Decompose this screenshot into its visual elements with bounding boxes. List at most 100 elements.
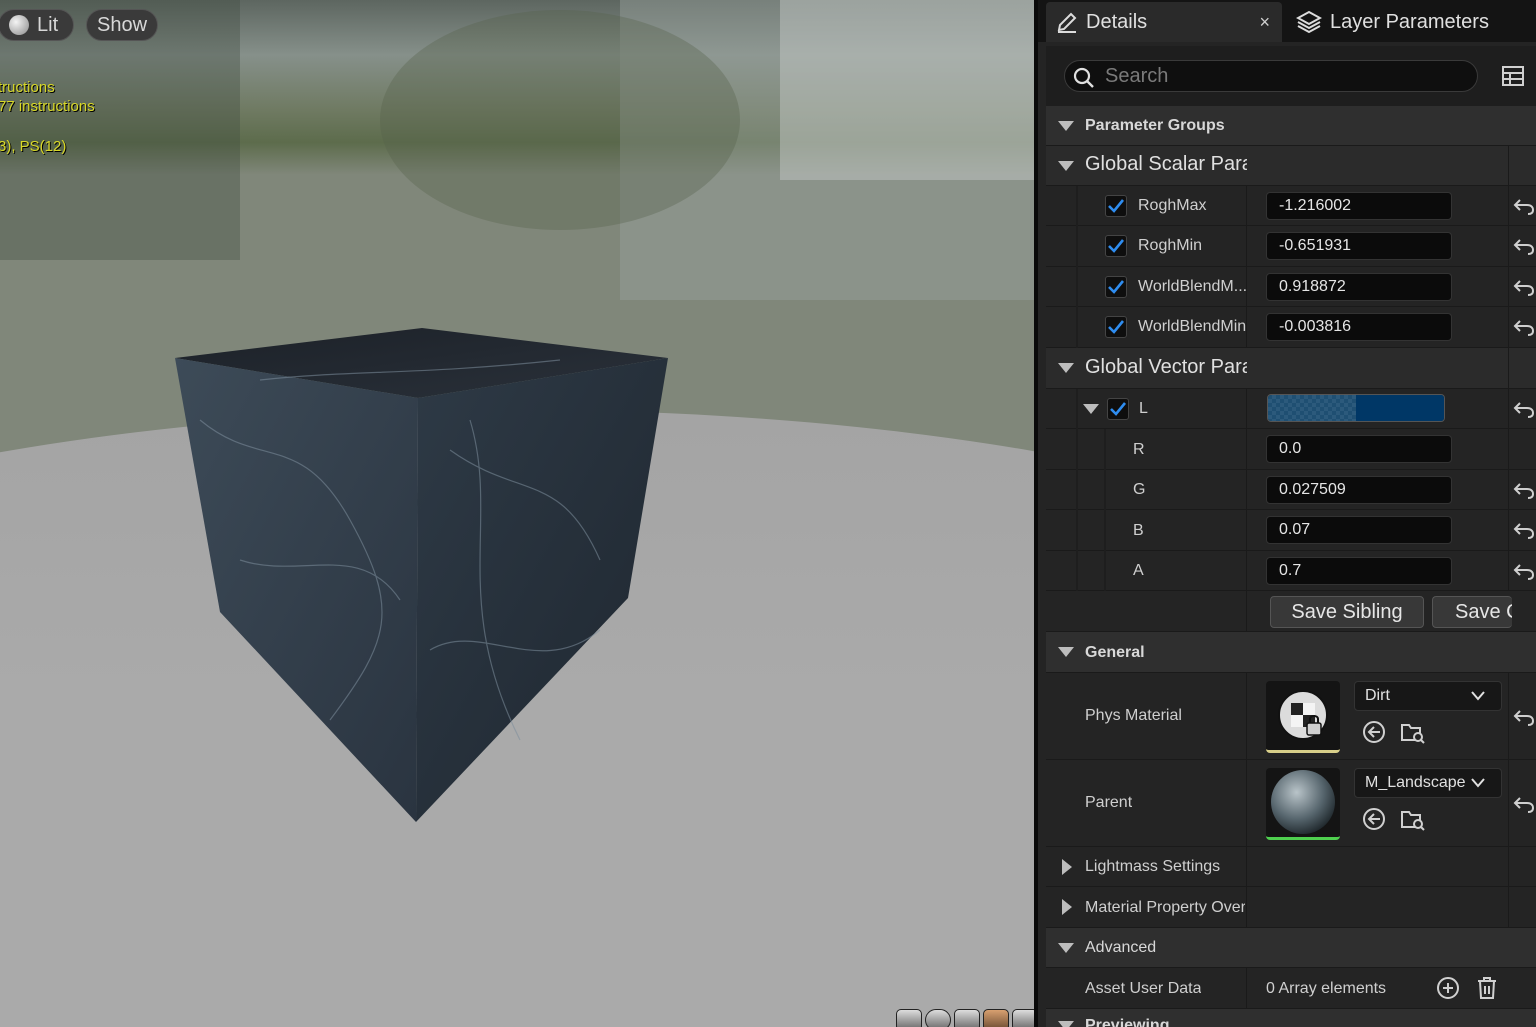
reset-to-default-icon[interactable] bbox=[1512, 794, 1536, 814]
param-name: L bbox=[1139, 400, 1148, 417]
collapse-arrow-icon bbox=[1058, 647, 1074, 657]
checkmark-icon bbox=[1108, 280, 1124, 294]
checkmark-icon bbox=[1108, 320, 1124, 334]
layers-icon bbox=[1296, 10, 1322, 34]
reset-to-default-icon[interactable] bbox=[1512, 236, 1536, 256]
tab-details[interactable]: Details × bbox=[1046, 2, 1282, 42]
asset-user-data-row: Asset User Data 0 Array elements bbox=[1046, 968, 1536, 1009]
show-label: Show bbox=[96, 13, 148, 36]
section-parameter-groups[interactable]: Parameter Groups bbox=[1046, 106, 1536, 146]
section-label: Advanced bbox=[1085, 939, 1157, 956]
section-advanced[interactable]: Advanced bbox=[1046, 928, 1536, 968]
param-value-input[interactable] bbox=[1266, 273, 1452, 301]
search-icon bbox=[1073, 67, 1094, 88]
search-input[interactable] bbox=[1105, 61, 1465, 91]
parent-material-thumbnail[interactable] bbox=[1266, 768, 1340, 840]
preview-scene bbox=[0, 0, 1034, 1027]
use-selected-asset-icon[interactable] bbox=[1362, 720, 1386, 744]
trash-icon[interactable] bbox=[1476, 976, 1498, 1000]
browse-to-asset-icon[interactable] bbox=[1400, 807, 1426, 831]
parent-material-combo[interactable]: M_Landscape bbox=[1354, 768, 1502, 798]
override-checkbox[interactable] bbox=[1105, 195, 1127, 217]
reset-to-default-icon[interactable] bbox=[1512, 196, 1536, 216]
save-sibling-button[interactable]: Save Sibling bbox=[1270, 596, 1424, 628]
property-label: Phys Material bbox=[1085, 707, 1182, 724]
custom-mesh-icon[interactable] bbox=[1012, 1009, 1034, 1027]
stats-line-1: tructions bbox=[0, 79, 55, 96]
param-value-input[interactable] bbox=[1266, 192, 1452, 220]
channel-name: A bbox=[1133, 562, 1144, 579]
pencil-icon bbox=[1057, 12, 1077, 33]
override-checkbox[interactable] bbox=[1105, 235, 1127, 257]
combo-value: Dirt bbox=[1365, 687, 1390, 704]
sphere-icon[interactable] bbox=[925, 1009, 951, 1027]
expand-arrow-icon[interactable] bbox=[1083, 404, 1099, 414]
lit-sphere-icon bbox=[9, 15, 29, 35]
section-previewing[interactable]: Previewing bbox=[1046, 1009, 1536, 1027]
lit-view-mode-button[interactable]: Lit bbox=[0, 9, 74, 41]
cylinder-icon[interactable] bbox=[896, 1009, 922, 1027]
channel-value-input[interactable] bbox=[1266, 476, 1452, 504]
color-swatch[interactable] bbox=[1267, 394, 1445, 422]
cube-icon[interactable] bbox=[983, 1009, 1009, 1027]
channel-value-input[interactable] bbox=[1266, 516, 1452, 544]
checkmark-icon bbox=[1110, 402, 1126, 416]
show-flags-button[interactable]: Show bbox=[86, 9, 158, 41]
close-icon[interactable]: × bbox=[1259, 12, 1270, 33]
scalar-param-row: RoghMax bbox=[1046, 186, 1536, 226]
collapse-arrow-icon bbox=[1058, 363, 1074, 373]
reset-to-default-icon[interactable] bbox=[1512, 707, 1536, 727]
preview-mesh-selector bbox=[896, 1009, 1034, 1027]
property-matrix-icon[interactable] bbox=[1502, 66, 1524, 86]
group-global-vector[interactable]: Global Vector Parameter Values bbox=[1046, 348, 1536, 389]
material-sphere-icon bbox=[1271, 770, 1335, 834]
section-label: Previewing bbox=[1085, 1017, 1170, 1027]
checkmark-icon bbox=[1108, 199, 1124, 213]
browse-to-asset-icon[interactable] bbox=[1400, 720, 1426, 744]
group-global-scalar[interactable]: Global Scalar Parameter Values bbox=[1046, 146, 1536, 186]
override-checkbox[interactable] bbox=[1105, 276, 1127, 298]
channel-value-input[interactable] bbox=[1266, 557, 1452, 585]
stats-line-3: 3), PS(12) bbox=[0, 138, 67, 155]
reset-to-default-icon[interactable] bbox=[1512, 277, 1536, 297]
scalar-param-row: WorldBlendM... bbox=[1046, 267, 1536, 307]
section-label: Parameter Groups bbox=[1085, 117, 1225, 134]
section-general[interactable]: General bbox=[1046, 632, 1536, 673]
reset-to-default-icon[interactable] bbox=[1512, 480, 1536, 500]
param-name: WorldBlendMin bbox=[1138, 318, 1246, 335]
channel-value-input[interactable] bbox=[1266, 435, 1452, 463]
property-label: Material Property Overrides bbox=[1085, 899, 1245, 916]
search-box[interactable] bbox=[1064, 60, 1478, 92]
reset-to-default-icon[interactable] bbox=[1512, 399, 1536, 419]
lightmass-settings-row[interactable]: Lightmass Settings bbox=[1046, 847, 1536, 887]
reset-to-default-icon[interactable] bbox=[1512, 317, 1536, 337]
array-count-value: 0 Array elements bbox=[1266, 980, 1387, 997]
add-element-icon[interactable] bbox=[1436, 976, 1460, 1000]
override-checkbox[interactable] bbox=[1105, 316, 1127, 338]
material-preview-viewport[interactable]: Lit Show tructions 77 instructions 3), P… bbox=[0, 0, 1034, 1027]
color-channel-row: B bbox=[1046, 510, 1536, 551]
physical-material-icon bbox=[1278, 690, 1328, 740]
stats-line-2: 77 instructions bbox=[0, 98, 95, 115]
tab-bar: Details × Layer Parameters bbox=[1038, 0, 1536, 42]
reset-to-default-icon[interactable] bbox=[1512, 520, 1536, 540]
tab-layer-parameters[interactable]: Layer Parameters bbox=[1290, 2, 1536, 42]
expand-arrow-icon bbox=[1062, 899, 1072, 915]
phys-material-combo[interactable]: Dirt bbox=[1354, 681, 1502, 711]
property-label: Parent bbox=[1085, 794, 1133, 811]
param-value-input[interactable] bbox=[1266, 313, 1452, 341]
override-checkbox[interactable] bbox=[1107, 398, 1129, 420]
channel-name: R bbox=[1133, 441, 1145, 458]
plane-icon[interactable] bbox=[954, 1009, 980, 1027]
scalar-param-row: WorldBlendMin bbox=[1046, 307, 1536, 348]
color-channel-row: G bbox=[1046, 470, 1536, 510]
color-channel-row: R bbox=[1046, 429, 1536, 470]
use-selected-asset-icon[interactable] bbox=[1362, 807, 1386, 831]
param-value-input[interactable] bbox=[1266, 232, 1452, 260]
tab-details-label: Details bbox=[1086, 10, 1148, 33]
reset-to-default-icon[interactable] bbox=[1512, 561, 1536, 581]
save-child-button[interactable]: Save Child bbox=[1432, 596, 1512, 628]
material-property-overrides-row[interactable]: Material Property Overrides bbox=[1046, 887, 1536, 928]
save-buttons-row: Save Sibling Save Child bbox=[1046, 591, 1536, 632]
phys-material-thumbnail[interactable] bbox=[1266, 681, 1340, 753]
